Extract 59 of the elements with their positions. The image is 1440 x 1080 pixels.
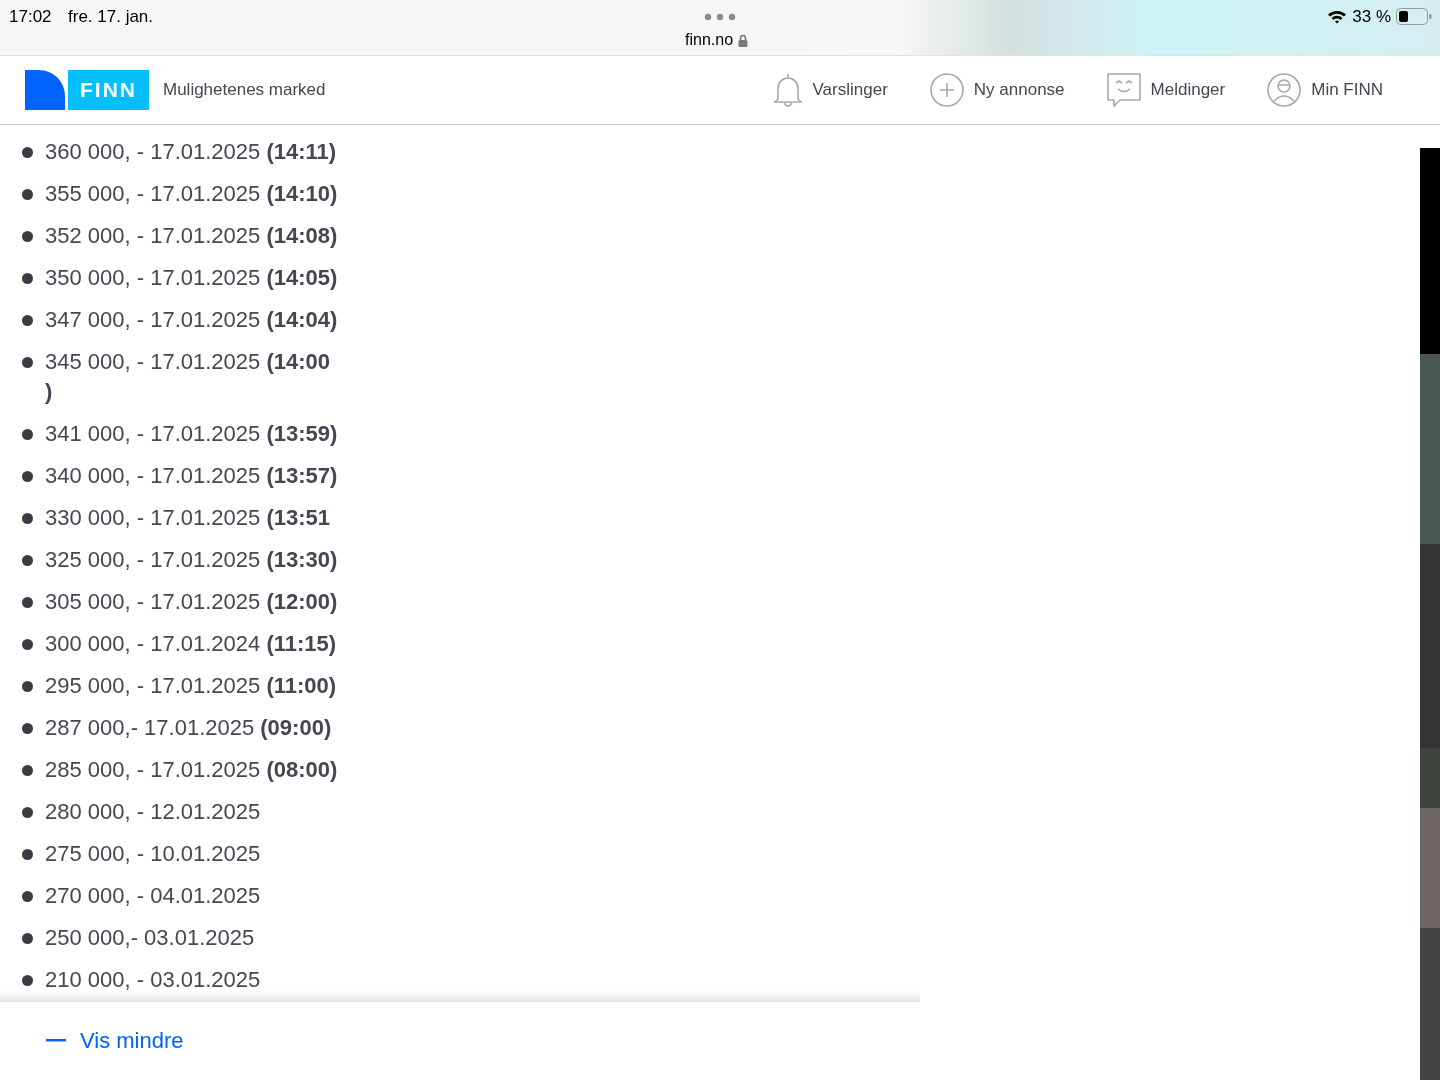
price-entry: 270 000, - 04.01.2025: [45, 882, 261, 910]
price-entry: 347 000, - 17.01.2025 (14:04): [45, 306, 338, 334]
wifi-icon: [1327, 9, 1348, 25]
bullet-icon: [22, 975, 33, 986]
url-text[interactable]: finn.no: [685, 28, 734, 52]
bell-icon: [772, 73, 803, 107]
bullet-icon: [22, 891, 33, 902]
nav-link[interactable]: Meldinger: [1106, 73, 1226, 107]
price-entry: 325 000, - 17.01.2025 (13:30): [45, 546, 338, 574]
bullet-icon: [22, 765, 33, 776]
show-less-button[interactable]: Vis mindre: [46, 1024, 184, 1057]
bullet-icon: [22, 513, 33, 524]
bullet-icon: [22, 807, 33, 818]
price-entry: 352 000, - 17.01.2025 (14:08): [45, 222, 338, 250]
nav-link[interactable]: Ny annonse: [929, 73, 1065, 107]
price-entry: 300 000, - 17.01.2024 (11:15): [45, 630, 337, 658]
price-entry: 275 000, - 10.01.2025: [45, 840, 261, 868]
chat-icon: [1106, 73, 1141, 107]
price-entry: 280 000, - 12.01.2025: [45, 798, 261, 826]
price-entry: 340 000, - 17.01.2025 (13:57): [45, 462, 338, 490]
bullet-icon: [22, 933, 33, 944]
nav-link[interactable]: Min FINN: [1267, 73, 1383, 107]
bullet-icon: [22, 273, 33, 284]
lock-icon: [738, 33, 749, 47]
battery-icon: [1396, 8, 1432, 26]
price-entry: 210 000, - 03.01.2025: [45, 966, 261, 994]
plus-icon: [929, 73, 964, 107]
status-date: fre. 17. jan.: [68, 6, 154, 28]
more-icon[interactable]: [704, 13, 736, 21]
price-entry: 295 000, - 17.01.2025 (11:00): [45, 672, 337, 700]
bullet-icon: [22, 189, 33, 200]
price-entry: 285 000, - 17.01.2025 (08:00): [45, 756, 338, 784]
bullet-icon: [22, 597, 33, 608]
bullet-icon: [22, 723, 33, 734]
bullet-icon: [22, 681, 33, 692]
user-icon: [1267, 73, 1302, 107]
price-entry: 355 000, - 17.01.2025 (14:10): [45, 180, 338, 208]
price-entry: 330 000, - 17.01.2025 (13:51: [45, 504, 330, 532]
bullet-icon: [22, 357, 33, 368]
price-entry: 360 000, - 17.01.2025 (14:11): [45, 138, 337, 166]
price-entry: 287 000,- 17.01.2025 (09:00): [45, 714, 332, 742]
bullet-icon: [22, 849, 33, 860]
bullet-icon: [22, 231, 33, 242]
bullet-icon: [22, 639, 33, 650]
price-entry: 341 000, - 17.01.2025 (13:59): [45, 420, 338, 448]
nav-link[interactable]: Varslinger: [772, 73, 888, 107]
battery-percent: 33 %: [1352, 6, 1391, 28]
status-time: 17:02: [9, 6, 52, 28]
minus-icon: [46, 1039, 66, 1042]
tagline: Mulighetenes marked: [163, 79, 326, 102]
bullet-icon: [22, 555, 33, 566]
bullet-icon: [22, 315, 33, 326]
price-entry: 350 000, - 17.01.2025 (14:05): [45, 264, 338, 292]
price-entry: 250 000,- 03.01.2025: [45, 924, 255, 952]
bullet-icon: [22, 429, 33, 440]
price-entry: 345 000, - 17.01.2025 (14:00 ): [45, 348, 330, 406]
bullet-icon: [22, 147, 33, 158]
bullet-icon: [22, 471, 33, 482]
price-entry: 305 000, - 17.01.2025 (12:00): [45, 588, 338, 616]
